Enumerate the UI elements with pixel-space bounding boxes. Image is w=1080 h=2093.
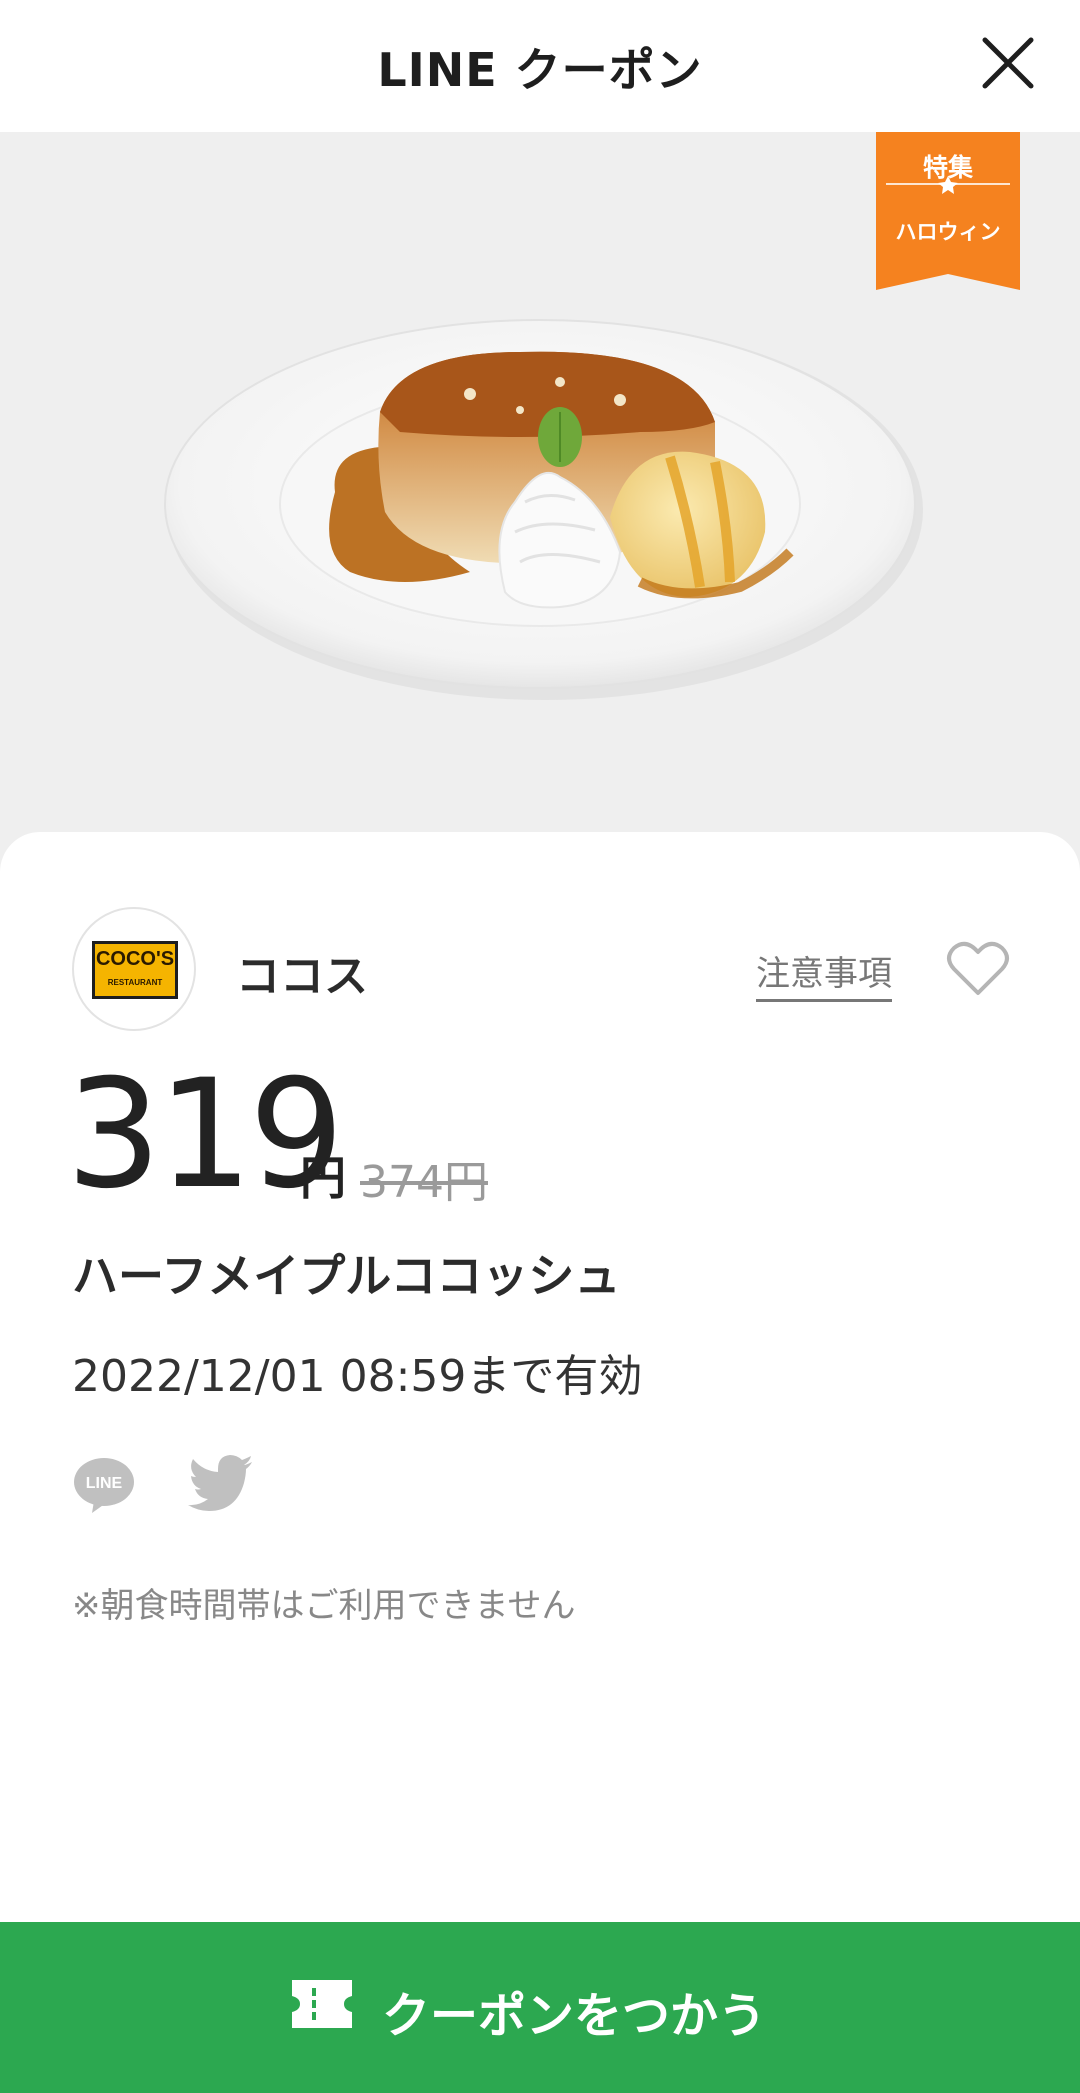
app-header: LINE クーポン [0,0,1080,132]
close-icon[interactable] [975,30,1041,96]
ticket-icon [292,1980,352,2028]
badge-bottom-label: ハロウィン [895,220,1001,244]
usage-note: ※朝食時間帯はご利用できません [72,1586,576,1626]
logo-text: COCO'S [95,948,175,970]
page-title: LINE クーポン [377,43,703,97]
notes-link[interactable]: 注意事項 [756,946,892,1002]
product-name: ハーフメイプルココッシュ [72,1249,621,1303]
valid-until: 2022/12/01 08:59まで有効 [72,1351,643,1402]
original-price: 374円 [360,1157,488,1208]
feature-badge: 特集 ハロウィン [876,132,1020,290]
shop-name: ココス [236,951,368,1002]
logo-subtext: RESTAURANT [107,978,163,987]
line-icon[interactable]: LINE [72,1455,136,1515]
currency-label: 円 [300,1151,346,1205]
logo-plate: COCO'S RESTAURANT [92,941,178,999]
hero-image: 特集 ハロウィン [0,132,1080,872]
twitter-icon[interactable] [188,1455,254,1511]
shop-logo: COCO'S RESTAURANT [72,907,196,1031]
use-coupon-button[interactable]: クーポンをつかう [0,1922,1080,2093]
line-icon-label: LINE [86,1475,123,1492]
badge-top-label: 特集 [922,153,973,182]
heart-icon[interactable] [946,938,1010,998]
use-coupon-label: クーポンをつかう [382,1988,767,2044]
